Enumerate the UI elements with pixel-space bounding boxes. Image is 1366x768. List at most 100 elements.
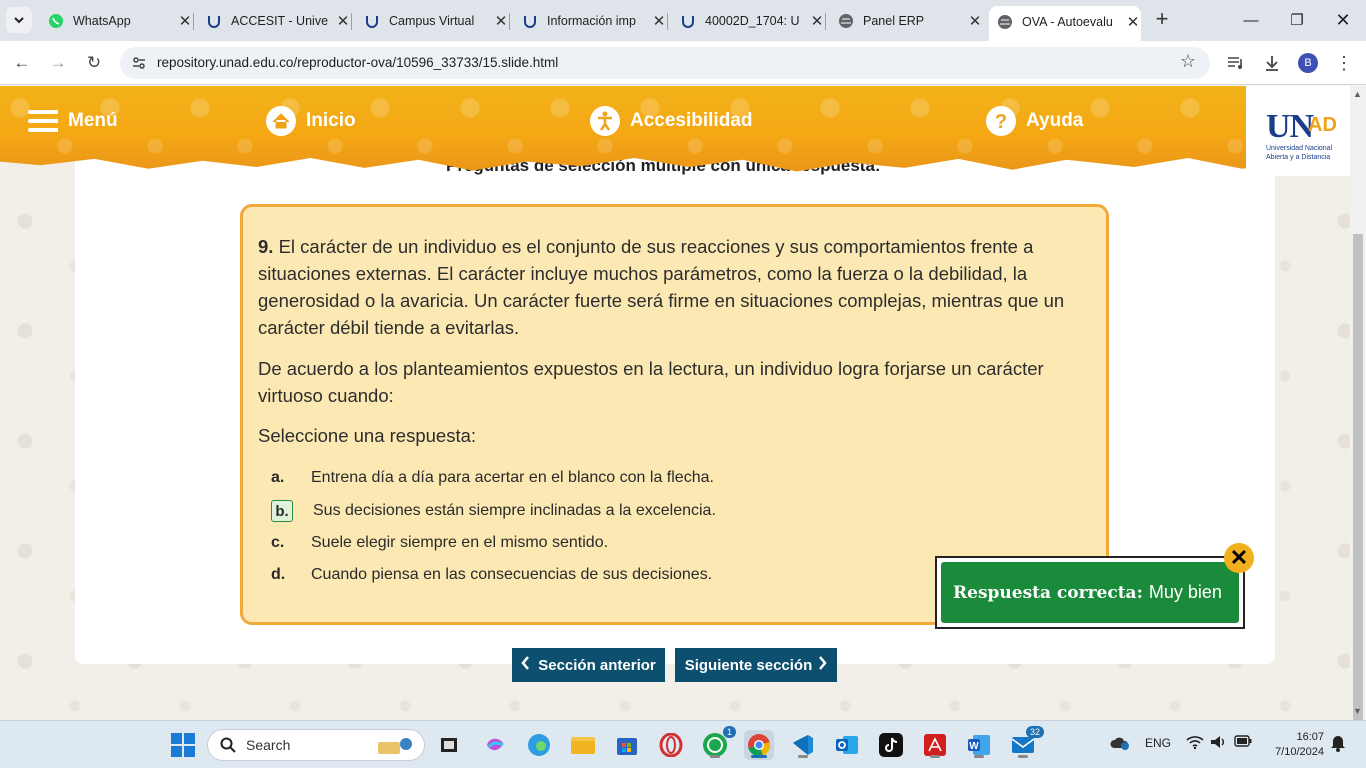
tab-accesit[interactable]: ACCESIT - Unive ✕ xyxy=(198,6,352,36)
media-control-icon[interactable] xyxy=(1224,51,1248,75)
option-b[interactable]: b. Sus decisiones están siempre inclinad… xyxy=(271,499,716,523)
home-icon xyxy=(266,106,296,136)
back-button[interactable]: ← xyxy=(10,51,34,75)
page-scrollbar[interactable]: ▲ ▼ xyxy=(1350,86,1366,734)
home-button[interactable]: Inicio xyxy=(266,104,356,138)
tab-panel-erp[interactable]: Panel ERP ✕ xyxy=(830,6,983,36)
system-clock[interactable]: 16:07 7/10/2024 xyxy=(1262,730,1324,760)
help-button[interactable]: ? Ayuda xyxy=(986,104,1083,138)
menu-label: Menú xyxy=(68,110,118,131)
opera-icon[interactable] xyxy=(656,730,686,760)
chevron-down-icon xyxy=(14,17,24,24)
store-icon[interactable] xyxy=(612,730,642,760)
tab-title: Panel ERP xyxy=(863,14,925,28)
option-text: Sus decisiones están siempre inclinadas … xyxy=(313,502,716,519)
language-indicator[interactable]: ENG xyxy=(1145,736,1171,750)
minimize-button[interactable]: — xyxy=(1228,0,1274,40)
close-icon[interactable]: ✕ xyxy=(1125,13,1141,31)
close-icon[interactable]: ✕ xyxy=(809,12,825,30)
tiktok-icon[interactable] xyxy=(876,730,906,760)
whatsapp-icon xyxy=(48,13,64,29)
whatsapp-badge: 1 xyxy=(722,726,736,738)
tab-ova-autoevaluacion[interactable]: OVA - Autoevalu ✕ xyxy=(989,6,1141,41)
vscode-icon[interactable] xyxy=(788,730,818,760)
wifi-icon[interactable] xyxy=(1186,734,1204,753)
svg-text:?: ? xyxy=(995,111,1007,133)
tab-title: ACCESIT - Unive xyxy=(231,14,329,28)
onedrive-icon[interactable] xyxy=(1110,735,1130,754)
volume-icon[interactable] xyxy=(1210,734,1226,753)
scroll-down-icon[interactable]: ▼ xyxy=(1353,706,1362,716)
forward-button[interactable]: → xyxy=(46,51,70,75)
menu-button[interactable]: Menú xyxy=(28,104,118,138)
globe-icon xyxy=(838,13,854,29)
unad-icon xyxy=(680,13,696,29)
option-c[interactable]: c. Suele elegir siempre en el mismo sent… xyxy=(271,531,608,555)
option-a[interactable]: a. Entrena día a día para acertar en el … xyxy=(271,466,714,490)
close-icon[interactable]: ✕ xyxy=(177,12,193,30)
help-label: Ayuda xyxy=(1026,110,1084,131)
task-view-icon[interactable] xyxy=(434,730,464,760)
option-d[interactable]: d. Cuando piensa en las consecuencias de… xyxy=(271,563,712,587)
previous-section-button[interactable]: Sección anterior xyxy=(512,648,665,682)
close-feedback-button[interactable]: ✕ xyxy=(1224,543,1254,573)
reload-button[interactable]: ↻ xyxy=(82,51,106,75)
tab-title: 40002D_1704: U xyxy=(705,14,800,28)
scroll-up-icon[interactable]: ▲ xyxy=(1353,89,1362,99)
site-settings-icon[interactable] xyxy=(131,55,147,76)
search-highlight-icon xyxy=(376,734,416,761)
question-instruction: Seleccione una respuesta: xyxy=(258,425,477,446)
tab-title: Información imp xyxy=(547,14,636,28)
tab-title: OVA - Autoevalu xyxy=(1022,14,1113,29)
restore-button[interactable]: ❐ xyxy=(1274,0,1320,40)
copilot-icon[interactable] xyxy=(480,730,510,760)
option-letter: c. xyxy=(271,534,285,551)
accessibility-icon xyxy=(590,106,620,136)
chrome-icon[interactable] xyxy=(744,730,774,760)
tab-campus-virtual[interactable]: Campus Virtual ✕ xyxy=(356,6,510,36)
battery-icon[interactable] xyxy=(1234,735,1252,750)
edge-icon[interactable] xyxy=(524,730,554,760)
close-icon: ✕ xyxy=(1229,545,1249,570)
close-icon[interactable]: ✕ xyxy=(651,12,667,30)
tab-informacion[interactable]: Información imp ✕ xyxy=(514,6,668,36)
option-letter: a. xyxy=(271,469,285,486)
taskbar-search[interactable]: Search xyxy=(207,729,425,761)
help-icon: ? xyxy=(986,106,1016,136)
more-menu-icon[interactable]: ⋮ xyxy=(1332,51,1356,75)
tab-whatsapp[interactable]: WhatsApp ✕ xyxy=(40,6,194,36)
close-icon[interactable]: ✕ xyxy=(335,12,351,30)
mail-icon[interactable]: 32 xyxy=(1008,726,1044,760)
scrollbar-thumb[interactable] xyxy=(1353,234,1363,734)
tab-title: WhatsApp xyxy=(73,14,131,28)
whatsapp-taskbar-icon[interactable]: 1 xyxy=(700,726,736,760)
home-label: Inicio xyxy=(306,110,356,131)
close-window-button[interactable]: ✕ xyxy=(1320,0,1366,40)
tab-40002d[interactable]: 40002D_1704: U ✕ xyxy=(672,6,826,36)
word-icon[interactable]: W xyxy=(964,730,994,760)
unad-icon xyxy=(364,13,380,29)
close-icon[interactable]: ✕ xyxy=(493,12,509,30)
new-tab-button[interactable]: + xyxy=(1150,8,1174,32)
mail-badge: 32 xyxy=(1025,726,1044,738)
profile-avatar[interactable]: B xyxy=(1298,53,1318,73)
address-bar[interactable]: repository.unad.edu.co/reproductor-ova/1… xyxy=(120,47,1210,79)
tab-search-button[interactable] xyxy=(6,7,32,33)
acrobat-icon[interactable] xyxy=(920,730,950,760)
windows-taskbar: Search 1 W 32 ENG 16:07 7/10/2024 xyxy=(0,720,1366,768)
notification-bell-icon[interactable] xyxy=(1330,734,1346,755)
start-button[interactable] xyxy=(168,730,198,760)
question-prompt: De acuerdo a los planteamientos expuesto… xyxy=(258,358,1044,406)
close-icon[interactable]: ✕ xyxy=(967,12,983,30)
url-text: repository.unad.edu.co/reproductor-ova/1… xyxy=(157,55,559,70)
file-explorer-icon[interactable] xyxy=(568,730,598,760)
globe-icon xyxy=(997,14,1013,30)
clock-time: 16:07 xyxy=(1296,731,1324,743)
bookmark-star-icon[interactable]: ☆ xyxy=(1180,51,1196,72)
outlook-icon[interactable] xyxy=(832,730,862,760)
feedback-text: Muy bien xyxy=(1148,582,1222,602)
next-section-button[interactable]: Siguiente sección xyxy=(675,648,837,682)
accessibility-button[interactable]: Accesibilidad xyxy=(590,104,753,138)
windows-icon xyxy=(171,733,195,757)
download-icon[interactable] xyxy=(1260,51,1284,75)
